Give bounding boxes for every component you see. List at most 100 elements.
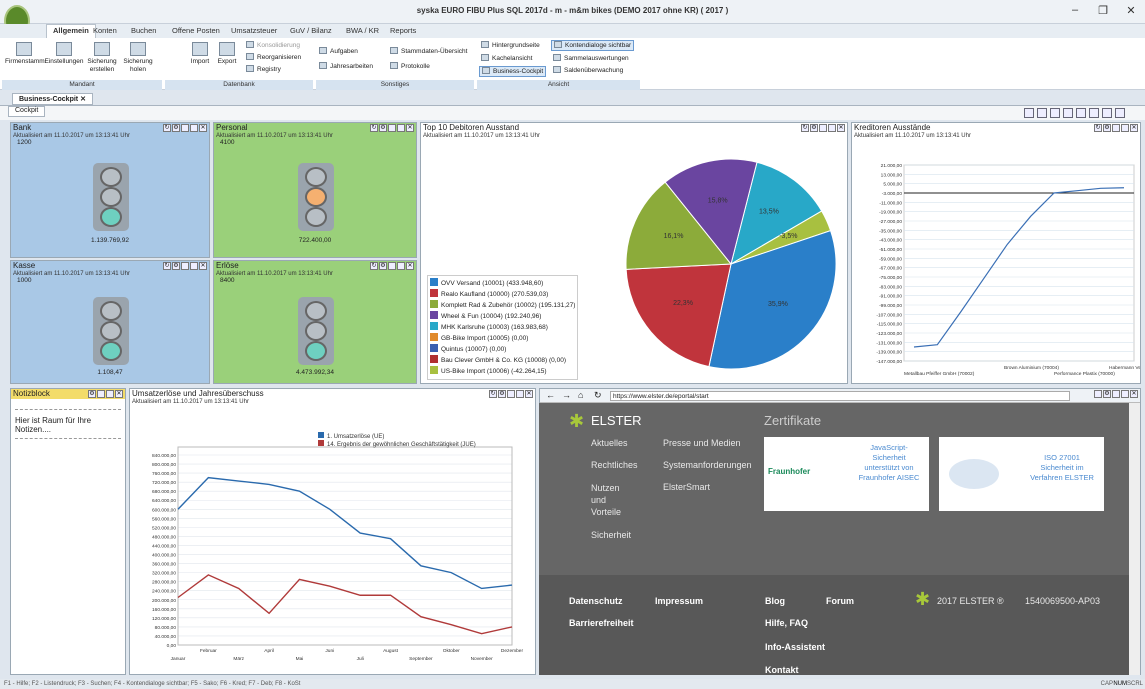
maximize-icon[interactable] <box>397 262 405 270</box>
close-icon[interactable]: ✕ <box>199 262 207 270</box>
settings-icon[interactable]: ⚙ <box>172 262 180 270</box>
copy-icon[interactable] <box>1076 108 1086 118</box>
close-icon[interactable]: ✕ <box>1130 390 1138 398</box>
grid-icon[interactable] <box>1050 108 1060 118</box>
sum-icon <box>553 66 561 73</box>
tab-umsatzsteuer[interactable]: Umsatzsteuer <box>231 26 277 35</box>
minimize-button[interactable]: – <box>1065 4 1085 16</box>
print-icon[interactable] <box>1112 390 1120 398</box>
status-bar: F1 - Hilfe; F2 - Listendruck; F3 - Suche… <box>0 679 1145 689</box>
settings-icon[interactable]: ⚙ <box>88 390 96 398</box>
table-icon[interactable] <box>1115 108 1125 118</box>
print-icon[interactable] <box>181 124 189 132</box>
tab-bwa-kr[interactable]: BWA / KR <box>346 26 379 35</box>
sicherung-holen-button[interactable]: Sicherung holen <box>122 42 154 74</box>
footer-barrierefreiheit[interactable]: Barrierefreiheit <box>569 618 634 628</box>
maximize-icon[interactable] <box>190 262 198 270</box>
close-icon[interactable]: ✕ <box>199 124 207 132</box>
konsolidierung-button[interactable]: Konsolidierung <box>246 41 300 50</box>
einstellungen-button[interactable]: Einstellungen <box>44 42 84 66</box>
maximize-icon[interactable] <box>397 124 405 132</box>
tab-buchen[interactable]: Buchen <box>131 26 156 35</box>
refresh-icon[interactable]: ↻ <box>370 262 378 270</box>
business-cockpit-button[interactable]: Business-Cockpit <box>479 66 547 77</box>
maximize-button[interactable]: ❐ <box>1093 4 1113 17</box>
layout-icon[interactable] <box>1024 108 1034 118</box>
settings-icon[interactable]: ⚙ <box>172 124 180 132</box>
tab-konten[interactable]: Konten <box>93 26 117 35</box>
hintergrundseite-button[interactable]: Hintergrundseite <box>481 41 540 50</box>
kontendialoge-sichtbar-button[interactable]: Kontendialoge sichtbar <box>551 40 635 51</box>
cert-iso[interactable]: ISO 27001 Sicherheit im Verfahren ELSTER <box>939 437 1104 511</box>
refresh-icon[interactable]: ↻ <box>163 262 171 270</box>
footer-hilfe[interactable]: Hilfe, FAQ <box>765 618 808 628</box>
y-tick-label: -51.000,00 <box>879 247 902 253</box>
tab-guv-bilanz[interactable]: GuV / Bilanz <box>290 26 332 35</box>
notes-textarea[interactable]: Hier ist Raum für Ihre Notizen.... <box>15 409 121 439</box>
settings-icon[interactable]: ⚙ <box>1103 390 1111 398</box>
refresh-icon[interactable]: ↻ <box>594 390 602 401</box>
footer-impressum[interactable]: Impressum <box>655 596 703 606</box>
print-icon[interactable] <box>181 262 189 270</box>
export-button[interactable]: Export <box>216 42 238 66</box>
home-icon[interactable]: ⌂ <box>578 390 583 400</box>
back-icon[interactable]: ← <box>546 390 555 400</box>
nav-system[interactable]: Systemanforderungen <box>663 460 752 470</box>
footer-datenschutz[interactable]: Datenschutz <box>569 596 623 606</box>
import-button[interactable]: Import <box>190 42 210 66</box>
protokolle-button[interactable]: Protokolle <box>390 62 430 71</box>
registry-button[interactable]: Registry <box>246 65 281 74</box>
close-icon[interactable]: ✕ <box>115 390 123 398</box>
elster-logo-text[interactable]: ELSTER <box>591 413 642 428</box>
aufgaben-button[interactable]: Aufgaben <box>319 47 358 56</box>
maximize-icon[interactable] <box>1094 390 1102 398</box>
sammelauswertungen-button[interactable]: Sammelauswertungen <box>553 54 629 63</box>
umsatz-chart: 840.000,00 800.000,00 760.000,00 720.000,00… <box>152 432 523 662</box>
forward-icon[interactable]: → <box>562 390 571 400</box>
settings-icon[interactable] <box>1063 108 1073 118</box>
close-icon[interactable]: ✕ <box>406 262 414 270</box>
restore-icon[interactable] <box>1121 390 1129 398</box>
close-icon[interactable]: ✕ <box>406 124 414 132</box>
settings-icon[interactable]: ⚙ <box>379 124 387 132</box>
print-icon[interactable] <box>388 262 396 270</box>
paste-icon[interactable] <box>1089 108 1099 118</box>
cert-fraunhofer[interactable]: Fraunhofer JavaScript-Sicherheit unterst… <box>764 437 929 511</box>
footer-blog[interactable]: Blog <box>765 596 785 606</box>
refresh-icon[interactable]: ↻ <box>163 124 171 132</box>
nav-nutzen[interactable]: Nutzen und Vorteile <box>591 482 631 518</box>
kreditoren-panel: Kreditoren Ausstände ↻ ⚙ ✕ Aktualisiert am… <box>851 122 1141 384</box>
footer-forum[interactable]: Forum <box>826 596 854 606</box>
cockpit-tab[interactable]: Cockpit <box>8 106 46 117</box>
refresh-icon[interactable]: ↻ <box>370 124 378 132</box>
layout-icon[interactable] <box>1037 108 1047 118</box>
document-tab[interactable]: Business-Cockpit ✕ <box>12 93 93 105</box>
nav-rechtliches[interactable]: Rechtliches <box>591 460 638 470</box>
maximize-icon[interactable] <box>190 124 198 132</box>
nav-elstersmart[interactable]: ElsterSmart <box>663 482 710 492</box>
sicherung-erstellen-button[interactable]: Sicherung erstellen <box>86 42 118 74</box>
tab-offene-posten[interactable]: Offene Posten <box>172 26 220 35</box>
print-icon[interactable] <box>97 390 105 398</box>
tab-allgemein[interactable]: Allgemein <box>46 24 96 39</box>
close-button[interactable]: ✕ <box>1121 4 1141 17</box>
footer-kontakt[interactable]: Kontakt <box>765 665 799 675</box>
footer-info-assistent[interactable]: Info-Assistent <box>765 642 825 652</box>
url-input[interactable]: https://www.elster.de/eportal/start <box>610 391 1070 401</box>
print-icon[interactable] <box>388 124 396 132</box>
nav-aktuelles[interactable]: Aktuelles <box>591 438 628 448</box>
tab-reports[interactable]: Reports <box>390 26 416 35</box>
maximize-icon[interactable] <box>106 390 114 398</box>
jahresarbeiten-button[interactable]: Jahresarbeiten <box>319 62 373 71</box>
kachelansicht-button[interactable]: Kachelansicht <box>481 54 532 63</box>
nav-presse[interactable]: Presse und Medien <box>663 438 741 448</box>
stammdaten-uebersicht-button[interactable]: Stammdaten-Übersicht <box>390 47 467 56</box>
refresh-icon[interactable] <box>1102 108 1112 118</box>
scrollbar[interactable] <box>1129 403 1140 675</box>
settings-icon <box>56 42 72 56</box>
firmenstamm-button[interactable]: Firmenstamm <box>5 42 45 66</box>
reorganisieren-button[interactable]: Reorganisieren <box>246 53 301 62</box>
settings-icon[interactable]: ⚙ <box>379 262 387 270</box>
saldenueberwachung-button[interactable]: Saldenüberwachung <box>553 66 623 75</box>
nav-sicherheit[interactable]: Sicherheit <box>591 530 631 540</box>
